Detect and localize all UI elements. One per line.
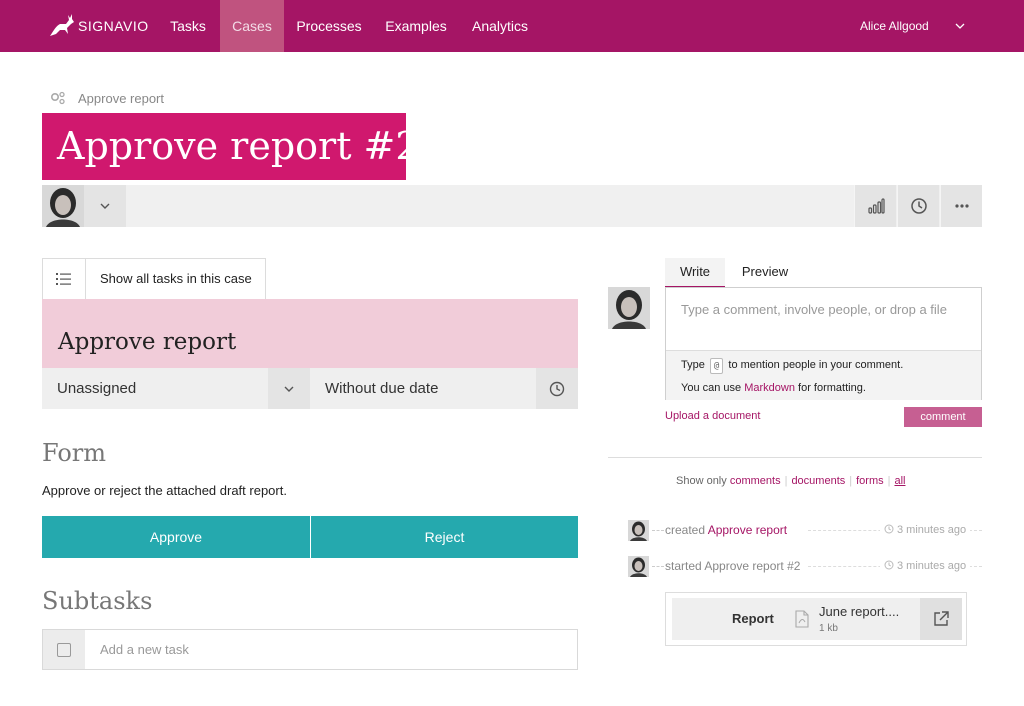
show-all-tasks-button[interactable]: Show all tasks in this case (42, 258, 266, 300)
avatar (608, 287, 650, 329)
attachment-file-name[interactable]: June report.... (819, 604, 899, 619)
attachment-label: Report (732, 611, 774, 626)
new-subtask-field: Add a new task (42, 629, 578, 670)
more-options-button[interactable] (940, 185, 982, 227)
brand-logo[interactable]: SIGNAVIO (46, 12, 149, 40)
nav-tab-processes[interactable]: Processes (284, 0, 374, 52)
filter-forms[interactable]: forms (856, 475, 884, 487)
task-title: Approve report (58, 329, 237, 355)
mention-hint: Type @ to mention people in your comment… (681, 357, 903, 374)
breadcrumb-process-link[interactable]: Approve report (78, 91, 164, 106)
attachment-file-size: 1 kb (819, 623, 838, 634)
approve-button[interactable]: Approve (42, 516, 310, 558)
user-menu-name[interactable]: Alice Allgood (860, 0, 929, 52)
activity-item: created Approve report 3 minutes ago (608, 520, 982, 541)
subtask-checkbox[interactable] (43, 630, 85, 669)
form-heading: Form (42, 439, 107, 467)
chevron-down-icon (100, 203, 110, 209)
markdown-link[interactable]: Markdown (744, 382, 795, 394)
filter-prefix: Show only (676, 475, 727, 487)
avatar[interactable] (42, 185, 84, 227)
list-icon (56, 273, 71, 285)
new-subtask-input[interactable]: Add a new task (100, 630, 189, 669)
tab-write[interactable]: Write (665, 258, 725, 288)
owner-dropdown-button[interactable] (84, 185, 126, 227)
filter-all[interactable]: all (894, 475, 905, 487)
activity-text: created Approve report (665, 520, 792, 540)
divider (608, 457, 982, 458)
nav-tab-tasks[interactable]: Tasks (156, 0, 220, 52)
due-date-button[interactable] (536, 368, 578, 409)
comment-hint: Type @ to mention people in your comment… (666, 350, 981, 400)
statistics-button[interactable] (854, 185, 896, 227)
list-icon-box (43, 259, 86, 299)
open-attachment-button[interactable] (920, 598, 962, 640)
show-all-tasks-label: Show all tasks in this case (100, 271, 252, 286)
assignee-select[interactable]: Unassigned (42, 368, 268, 409)
pdf-file-icon (795, 610, 809, 628)
activity-item: started Approve report #2 3 minutes ago (608, 556, 982, 577)
chevron-down-icon (284, 386, 294, 392)
comment-input[interactable]: Type a comment, involve people, or drop … (681, 302, 947, 317)
form-description: Approve or reject the attached draft rep… (42, 483, 287, 498)
history-button[interactable] (897, 185, 939, 227)
external-link-icon (934, 611, 949, 626)
gears-icon (50, 91, 65, 105)
bar-chart-icon (868, 198, 885, 214)
assignee-dropdown-button[interactable] (268, 368, 310, 409)
avatar (628, 556, 649, 577)
more-dots-icon (955, 204, 969, 208)
top-navigation: SIGNAVIO Tasks Cases Processes Examples … (0, 0, 1024, 52)
activity-task-link[interactable]: Approve report (708, 523, 787, 537)
at-key: @ (709, 358, 724, 374)
clock-icon (911, 198, 927, 214)
gazelle-icon (50, 14, 74, 36)
activity-time: 3 minutes ago (880, 556, 971, 576)
case-toolbar (42, 185, 982, 227)
nav-tab-examples[interactable]: Examples (374, 0, 458, 52)
clock-icon (549, 381, 565, 397)
reject-button[interactable]: Reject (311, 516, 578, 558)
attachment-card: Report June report.... 1 kb (665, 592, 967, 646)
activity-filter: Show only comments | documents | forms | all (676, 475, 906, 487)
task-header: Approve report (42, 299, 578, 368)
chevron-down-icon[interactable] (954, 20, 966, 32)
activity-time: 3 minutes ago (880, 520, 971, 540)
avatar (628, 520, 649, 541)
clock-icon (884, 524, 894, 534)
activity-case-name: Approve report #2 (704, 559, 801, 573)
attachment-row[interactable]: Report June report.... 1 kb (672, 598, 962, 640)
activity-text: started Approve report #2 (665, 556, 805, 576)
comment-editor[interactable]: Type a comment, involve people, or drop … (665, 287, 982, 400)
nav-tab-analytics[interactable]: Analytics (458, 0, 542, 52)
tab-preview[interactable]: Preview (730, 258, 800, 288)
filter-comments[interactable]: comments (730, 475, 781, 487)
due-date-field[interactable]: Without due date (310, 368, 536, 409)
clock-icon (884, 560, 894, 570)
comment-submit-button[interactable]: comment (904, 407, 982, 427)
filter-documents[interactable]: documents (791, 475, 845, 487)
case-title: Approve report #2 (42, 113, 420, 180)
brand-name: SIGNAVIO (78, 18, 149, 34)
breadcrumb: Approve report (50, 89, 164, 107)
subtasks-heading: Subtasks (42, 587, 153, 615)
markdown-hint: You can use Markdown for formatting. (681, 382, 866, 394)
upload-document-link[interactable]: Upload a document (665, 410, 760, 422)
nav-tab-cases[interactable]: Cases (220, 0, 284, 52)
